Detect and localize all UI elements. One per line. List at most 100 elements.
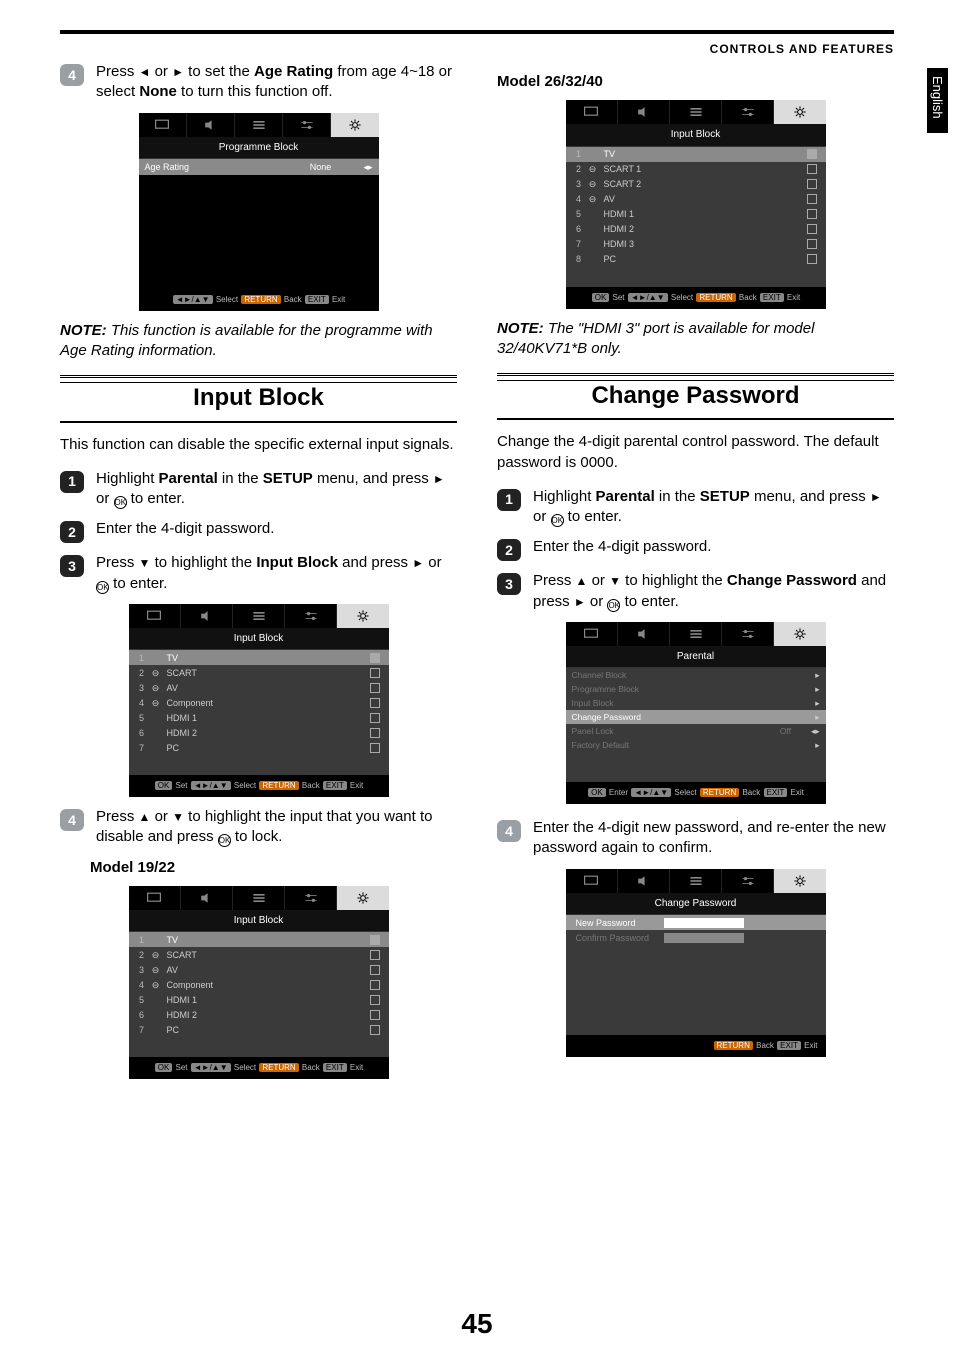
speaker-icon [181,604,233,628]
password-input [664,933,744,943]
input-row: 7HDMI 3 [566,237,826,252]
step-badge-3: 3 [497,573,521,595]
page-number: 45 [0,1308,954,1340]
age-rating-row: Age Rating None ◂▸ [139,159,379,175]
ok-icon: OK [96,581,109,594]
gear-icon [331,113,378,137]
ok-icon: OK [551,514,564,527]
list-icon [670,100,722,124]
input-row: 8PC [566,252,826,267]
password-input [664,918,744,928]
osd-parental: Parental Channel Block▸Programme Block▸I… [566,622,826,804]
language-tab: English [927,68,948,133]
model-label-1922: Model 19/22 [90,858,457,878]
parental-row: Change Password▸ [566,710,826,724]
parental-row: Programme Block▸ [566,682,826,696]
input-row: 1TV [129,650,389,665]
input-row: 2⊖SCART [129,947,389,962]
speaker-icon [618,869,670,893]
ok-icon: OK [218,834,231,847]
intro-change-password: Change the 4-digit parental control pass… [497,432,894,473]
model-label-263240: Model 26/32/40 [497,72,894,92]
parental-row: Channel Block▸ [566,668,826,682]
step-badge-4c: 4 [497,820,521,842]
osd-tabs [139,113,379,137]
list-icon [235,113,283,137]
input-row: 6HDMI 2 [129,1007,389,1022]
input-row: 7PC [129,1022,389,1037]
speaker-icon [181,886,233,910]
input-row: 2⊖SCART [129,665,389,680]
step-text: Highlight Parental in the SETUP menu, an… [533,487,894,528]
speaker-icon [618,622,670,646]
osd-title: Input Block [129,910,389,933]
screen-icon [566,869,618,893]
screen-icon [566,622,618,646]
osd-title: Parental [566,646,826,669]
screen-icon [566,100,618,124]
ok-icon: OK [607,599,620,612]
input-row: 5HDMI 1 [129,710,389,725]
step-text: Highlight Parental in the SETUP menu, an… [96,469,457,510]
step-badge-1: 1 [60,471,84,493]
step-badge-1: 1 [497,489,521,511]
gear-icon [774,869,825,893]
speaker-icon [187,113,235,137]
sliders-icon [722,622,774,646]
note-1: NOTE: This function is available for the… [60,321,457,362]
step-badge-4: 4 [60,64,84,86]
osd-input-block-b: Input Block1TV2⊖SCART3⊖AV4⊖Component5HDM… [129,886,389,1079]
osd-title: Change Password [566,893,826,916]
input-row: 3⊖SCART 2 [566,177,826,192]
input-row: 1TV [129,932,389,947]
input-row: 1TV [566,147,826,162]
input-row: 5HDMI 1 [566,207,826,222]
intro-input-block: This function can disable the specific e… [60,435,457,455]
ok-icon: OK [114,496,127,509]
osd-footer: ◄►/▲▼ Select RETURN Back EXIT Exit [139,289,379,311]
gear-icon [337,886,388,910]
osd-footer: OK Enter ◄►/▲▼ Select RETURN Back EXIT E… [566,782,826,804]
osd-footer: RETURN Back EXIT Exit [566,1035,826,1057]
step-text: Press ▲ or ▼ to highlight the input that… [96,807,457,848]
speaker-icon [618,100,670,124]
step-text: Enter the 4-digit password. [96,519,457,539]
input-row: 4⊖Component [129,977,389,992]
osd-programme-block: Programme Block Age Rating None ◂▸ ◄►/▲▼… [139,113,379,311]
input-row: 3⊖AV [129,680,389,695]
section-header: CONTROLS AND FEATURES [710,42,894,56]
input-row: 3⊖AV [129,962,389,977]
list-icon [233,604,285,628]
input-row: 4⊖Component [129,695,389,710]
sliders-icon [283,113,331,137]
parental-row: Panel LockOff◂▸ [566,724,826,738]
osd-change-password: Change Password New Password Confirm Pas… [566,869,826,1057]
osd-input-block-a: Input Block1TV2⊖SCART3⊖AV4⊖Component5HDM… [129,604,389,797]
osd-title: Input Block [566,124,826,147]
note-2: NOTE: The "HDMI 3" port is available for… [497,319,894,360]
list-icon [670,869,722,893]
step-text: Enter the 4-digit password. [533,537,894,557]
input-row: 6HDMI 2 [129,725,389,740]
step-text: Press ▼ to highlight the Input Block and… [96,553,457,594]
list-icon [670,622,722,646]
heading-input-block: Input Block [60,377,457,422]
osd-title: Input Block [129,628,389,651]
step-text: Press ▲ or ▼ to highlight the Change Pas… [533,571,894,612]
new-password-row: New Password [566,915,826,930]
input-row: 7PC [129,740,389,755]
osd-footer: OK Set ◄►/▲▼ Select RETURN Back EXIT Exi… [566,287,826,309]
sliders-icon [285,886,337,910]
input-row: 4⊖AV [566,192,826,207]
confirm-password-row: Confirm Password [566,930,826,945]
list-icon [233,886,285,910]
osd-title: Programme Block [139,137,379,160]
sliders-icon [285,604,337,628]
step-text: Press ◄ or ► to set the Age Rating from … [96,62,457,103]
gear-icon [774,100,825,124]
screen-icon [129,886,181,910]
input-row: 6HDMI 2 [566,222,826,237]
parental-row: Factory Default▸ [566,738,826,752]
step-badge-2: 2 [60,521,84,543]
sliders-icon [722,869,774,893]
